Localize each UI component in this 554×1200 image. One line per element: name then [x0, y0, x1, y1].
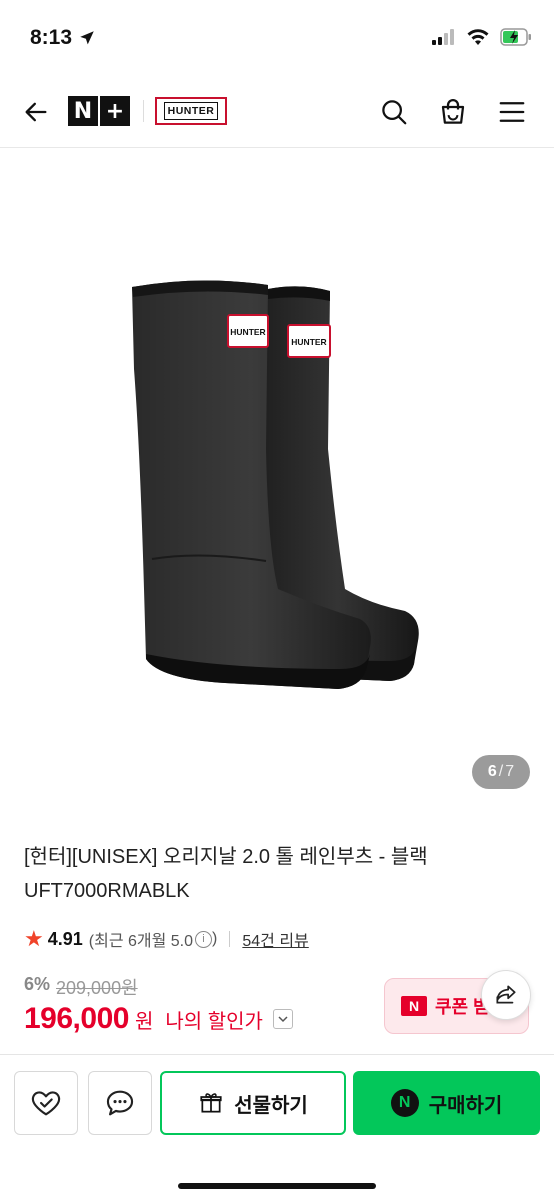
star-icon: ★	[24, 926, 44, 951]
price-unit: 원	[134, 1011, 154, 1033]
home-indicator[interactable]	[178, 1183, 376, 1189]
product-title: [헌터][UNISEX] 오리지날 2.0 톨 레인부츠 - 블랙 UFT700…	[24, 840, 524, 908]
nplus-logo-plus: +	[100, 96, 130, 126]
share-button[interactable]	[481, 970, 531, 1020]
gift-button[interactable]: 선물하기	[160, 1071, 346, 1135]
shopping-bag-icon	[441, 99, 465, 124]
share-icon	[496, 985, 516, 1004]
talk-talk-button[interactable]	[88, 1071, 152, 1135]
review-count-link[interactable]: 54건 리뷰	[242, 927, 308, 951]
heart-check-icon	[31, 1091, 61, 1116]
buy-label: 구매하기	[428, 1094, 503, 1117]
my-discount-label: 나의 할인가	[165, 1011, 263, 1033]
search-button[interactable]	[374, 92, 414, 132]
rating-separator	[229, 931, 231, 947]
status-time: 8:13	[30, 26, 96, 50]
price-row: 196,000 원 나의 할인가	[24, 1002, 293, 1036]
boot-label-right: HUNTER	[291, 337, 326, 347]
header: N + HUNTER	[0, 78, 554, 148]
menu-button[interactable]	[492, 92, 532, 132]
product-title-line1: [헌터][UNISEX] 오리지날 2.0 톨 레인부츠 - 블랙	[24, 846, 428, 868]
original-price: 209,000원	[56, 978, 138, 998]
hunter-logo-text: HUNTER	[163, 102, 219, 120]
nplus-logo-n: N	[68, 96, 98, 126]
rain-boots-image: HUNTER HUNTER	[132, 280, 419, 689]
time-text: 8:13	[30, 26, 73, 49]
naver-coupon-icon: N	[401, 996, 427, 1016]
menu-icon	[499, 102, 525, 122]
naver-pay-icon: N	[390, 1089, 419, 1117]
signal-icon	[432, 29, 454, 45]
arrow-left-icon	[25, 102, 47, 122]
gallery-separator: /	[498, 763, 504, 780]
boot-label-left: HUNTER	[230, 327, 265, 337]
bottom-action-bar: 선물하기 N 구매하기	[0, 1054, 554, 1200]
hunter-brand-logo[interactable]: HUNTER	[155, 97, 227, 125]
discount-row: 6% 209,000원	[24, 974, 138, 1000]
product-title-line2: UFT7000RMABLK	[24, 880, 190, 902]
rating-score: 4.91	[47, 928, 83, 949]
status-icons	[432, 28, 532, 46]
gallery-page-indicator: 6 / 7	[472, 755, 530, 789]
naver-plus-store-logo[interactable]: N +	[68, 96, 130, 126]
chat-bubble-icon	[106, 1090, 134, 1116]
wifi-icon	[467, 29, 489, 45]
left-boot: HUNTER	[132, 280, 371, 689]
product-image-gallery[interactable]: HUNTER HUNTER 6 / 7	[0, 149, 554, 809]
gift-label: 선물하기	[234, 1094, 308, 1117]
discount-details-toggle[interactable]	[272, 1009, 293, 1029]
back-button[interactable]	[18, 94, 54, 130]
cart-button[interactable]	[433, 92, 473, 132]
gallery-total-pages: 7	[505, 763, 515, 780]
status-bar: 8:13	[0, 0, 554, 78]
location-arrow-icon	[80, 31, 94, 45]
gallery-current-page: 6	[487, 763, 497, 780]
rating-row: ★ 4.91 (최근 6개월 5.0 i ) 54건 리뷰	[24, 926, 309, 952]
search-icon	[382, 100, 407, 125]
battery-charging-icon	[500, 28, 531, 46]
chevron-down-icon	[278, 1016, 288, 1023]
buy-button[interactable]: N 구매하기	[353, 1071, 540, 1135]
wishlist-button[interactable]	[14, 1071, 78, 1135]
info-icon[interactable]: i	[195, 930, 213, 948]
discount-percent: 6%	[24, 974, 51, 994]
logo-divider	[143, 100, 144, 122]
recent-rating: (최근 6개월 5.0	[88, 933, 194, 950]
sale-price: 196,000	[24, 1002, 129, 1035]
recent-rating-close: )	[212, 930, 218, 947]
gift-icon	[200, 1093, 222, 1113]
